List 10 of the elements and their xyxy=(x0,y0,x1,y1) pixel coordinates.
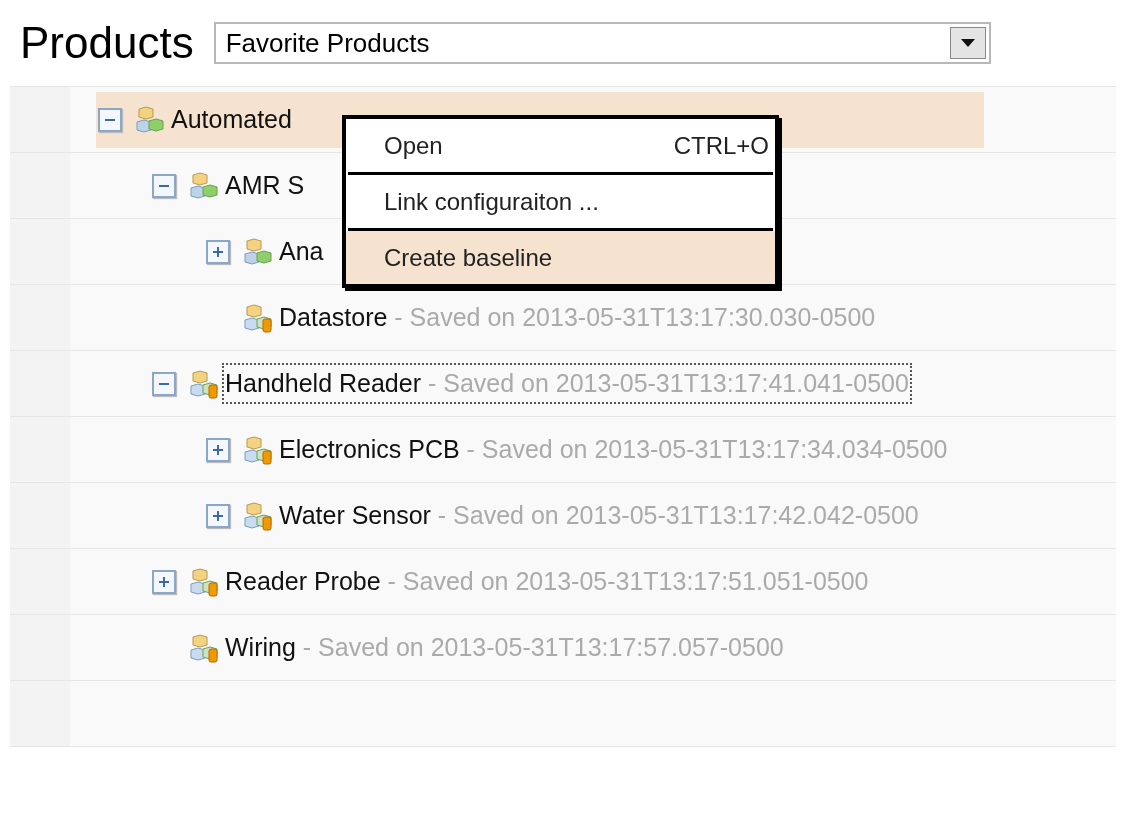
item-label: Automated xyxy=(170,103,293,135)
item-label: Electronics PCB - Saved on 2013-05-31T13:17:34.034-0500 xyxy=(278,433,949,465)
item-label: Ana xyxy=(278,235,325,267)
item-label: Datastore - Saved on 2013-05-31T13:17:30.030-0500 xyxy=(278,301,877,333)
item-label: Water Sensor - Saved on 2013-05-31T13:17:42.042-0500 xyxy=(278,499,920,531)
item-label: Wiring - Saved on 2013-05-31T13:17:57.057-0500 xyxy=(224,631,785,663)
item-label: Handheld Reader - Saved on 2013-05-31T13:17:41.041-0500 xyxy=(224,364,910,403)
item-label: Reader Probe - Saved on 2013-05-31T13:17:51.051-0500 xyxy=(224,565,870,597)
page-title: Products xyxy=(20,21,194,65)
item-label: AMR S xyxy=(224,169,306,201)
